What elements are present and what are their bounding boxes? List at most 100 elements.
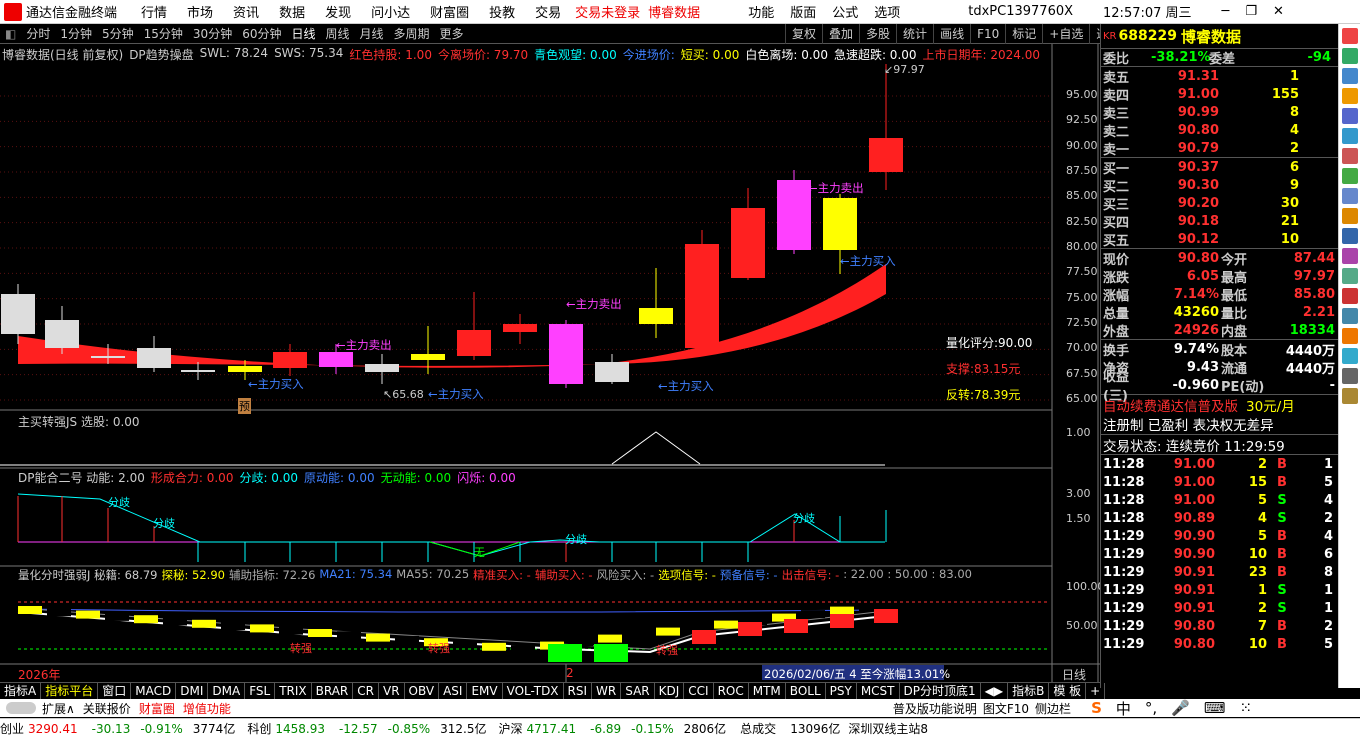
indicator-tab[interactable]: SAR xyxy=(621,683,655,699)
period-tab[interactable]: 多周期 xyxy=(389,25,435,42)
period-tab[interactable]: 分时 xyxy=(21,25,55,42)
sidebar-tool-icon[interactable] xyxy=(1342,368,1358,384)
period-tab[interactable]: 月线 xyxy=(355,25,389,42)
indicator-tab[interactable]: FSL xyxy=(245,683,276,699)
sidebar-tool-icon[interactable] xyxy=(1342,128,1358,144)
period-tab[interactable]: 30分钟 xyxy=(188,25,237,42)
menu-item[interactable]: 功能 xyxy=(748,2,774,21)
indicator-tab[interactable]: 窗口 xyxy=(98,683,132,699)
sidebar-tool-icon[interactable] xyxy=(1342,248,1358,264)
indicator-tab[interactable]: ROC xyxy=(714,683,749,699)
wealth-circle-button[interactable]: 财富圈 xyxy=(139,700,175,717)
func-desc-link[interactable]: 普及版功能说明 xyxy=(893,700,977,717)
menu-item[interactable]: 问小达 xyxy=(371,2,410,21)
menu-item[interactable]: 投教 xyxy=(489,2,515,21)
sidebar-tool-icon[interactable] xyxy=(1342,228,1358,244)
indicator-tab[interactable]: VOL-TDX xyxy=(503,683,564,699)
menu-item[interactable]: 交易 xyxy=(535,2,561,21)
sidebar-tool-icon[interactable] xyxy=(1342,108,1358,124)
menu-item[interactable]: 数据 xyxy=(279,2,305,21)
period-tab[interactable]: 周线 xyxy=(321,25,355,42)
sidebar-tool-icon[interactable] xyxy=(1342,328,1358,344)
indicator-tab[interactable]: MTM xyxy=(749,683,786,699)
indicator-tab[interactable]: EMV xyxy=(467,683,503,699)
chart-area[interactable] xyxy=(0,44,1100,682)
related-quote-button[interactable]: 关联报价 xyxy=(83,700,131,717)
indicator-tab[interactable]: 指标B xyxy=(1008,683,1050,699)
indicator-tab[interactable]: WR xyxy=(592,683,622,699)
period-tab[interactable]: 日线 xyxy=(286,25,320,42)
ime-box[interactable]: S 中 °, 🎤 ⌨ ⁙ xyxy=(1091,698,1252,719)
indicator-tab[interactable]: 指标A xyxy=(0,683,42,699)
sidebar-toggle[interactable]: 侧边栏 xyxy=(1035,700,1071,717)
sidebar-tool-icon[interactable] xyxy=(1342,28,1358,44)
period-tab[interactable]: 1分钟 xyxy=(55,25,97,42)
minimize-icon[interactable]: ─ xyxy=(1222,4,1230,19)
close-icon[interactable]: ✕ xyxy=(1273,4,1284,19)
restore-icon[interactable]: ❐ xyxy=(1245,4,1257,19)
indicator-tab[interactable]: RSI xyxy=(564,683,593,699)
tab-nav-icon[interactable]: ◀▶ xyxy=(981,683,1009,699)
menu-item[interactable]: 行情 xyxy=(141,2,167,21)
period-tab[interactable]: 更多 xyxy=(435,25,469,42)
indicator-tab[interactable]: DMI xyxy=(176,683,209,699)
menu-item[interactable]: 市场 xyxy=(187,2,213,21)
sidebar-tool-icon[interactable] xyxy=(1342,88,1358,104)
toolbar-button[interactable]: 叠加 xyxy=(822,24,859,44)
indicator-tab[interactable]: VR xyxy=(379,683,405,699)
ime-cn-icon[interactable]: 中 xyxy=(1116,698,1131,719)
sidebar-tool-icon[interactable] xyxy=(1342,48,1358,64)
menu-item[interactable]: 发现 xyxy=(325,2,351,21)
sidebar-tool-icon[interactable] xyxy=(1342,308,1358,324)
sidebar-tool-icon[interactable] xyxy=(1342,148,1358,164)
toggle-icon[interactable] xyxy=(6,702,36,714)
addon-button[interactable]: 增值功能 xyxy=(183,700,231,717)
menu-item[interactable]: 选项 xyxy=(874,2,900,21)
indicator-tab[interactable]: MCST xyxy=(857,683,900,699)
toolbar-button[interactable]: 画线 xyxy=(933,24,970,44)
toolbar-button[interactable]: 标记 xyxy=(1005,24,1042,44)
trade-notice[interactable]: 交易未登录 xyxy=(575,2,640,21)
indicator-tab[interactable]: MACD xyxy=(131,683,177,699)
toolbar-button[interactable]: 多股 xyxy=(859,24,896,44)
indicator-tab[interactable]: CCI xyxy=(684,683,714,699)
indicator-tab[interactable]: DMA xyxy=(208,683,246,699)
keyboard-icon[interactable]: ⌨ xyxy=(1204,699,1226,717)
f10-link[interactable]: 图文F10 xyxy=(983,700,1029,717)
expand-button[interactable]: 扩展∧ xyxy=(42,700,75,717)
indicator-tab[interactable]: 指标平台 xyxy=(41,683,99,699)
sidebar-tool-icon[interactable] xyxy=(1342,168,1358,184)
indicator-tab[interactable]: TRIX xyxy=(275,683,312,699)
sidebar-tool-icon[interactable] xyxy=(1342,208,1358,224)
menu-item[interactable]: 财富圈 xyxy=(430,2,469,21)
indicator-tab[interactable]: BOLL xyxy=(786,683,826,699)
mic-icon[interactable]: 🎤 xyxy=(1171,699,1190,717)
indicator-tab[interactable]: PSY xyxy=(826,683,857,699)
period-tab[interactable]: 60分钟 xyxy=(237,25,286,42)
ad-banner-2[interactable]: 注册制 已盈利 表决权无差异 xyxy=(1101,414,1338,434)
indicator-tab[interactable]: KDJ xyxy=(655,683,685,699)
stock-notice[interactable]: 博睿数据 xyxy=(648,2,700,21)
ime-punct-icon[interactable]: °, xyxy=(1145,699,1157,717)
indicator-tab[interactable]: 模 板 xyxy=(1049,683,1087,699)
indicator-tab[interactable]: ASI xyxy=(439,683,468,699)
menu-item[interactable]: 公式 xyxy=(832,2,858,21)
sidebar-tool-icon[interactable] xyxy=(1342,68,1358,84)
sidebar-tool-icon[interactable] xyxy=(1342,188,1358,204)
toolbar-button[interactable]: F10 xyxy=(970,24,1005,44)
sidebar-tool-icon[interactable] xyxy=(1342,348,1358,364)
toolbar-button[interactable]: 统计 xyxy=(896,24,933,44)
indicator-tab[interactable]: OBV xyxy=(405,683,440,699)
nav-icon[interactable]: ◧ xyxy=(0,27,21,41)
grid-icon[interactable]: ⁙ xyxy=(1240,699,1253,717)
indicator-tab[interactable]: BRAR xyxy=(312,683,354,699)
menu-item[interactable]: 资讯 xyxy=(233,2,259,21)
period-tab[interactable]: 15分钟 xyxy=(139,25,188,42)
indicator-tab[interactable]: DP分时顶底1 xyxy=(900,683,981,699)
toolbar-button[interactable]: 复权 xyxy=(785,24,822,44)
period-tab[interactable]: 5分钟 xyxy=(97,25,139,42)
sidebar-tool-icon[interactable] xyxy=(1342,268,1358,284)
sidebar-tool-icon[interactable] xyxy=(1342,288,1358,304)
indicator-tab[interactable]: CR xyxy=(353,683,379,699)
sidebar-tool-icon[interactable] xyxy=(1342,388,1358,404)
